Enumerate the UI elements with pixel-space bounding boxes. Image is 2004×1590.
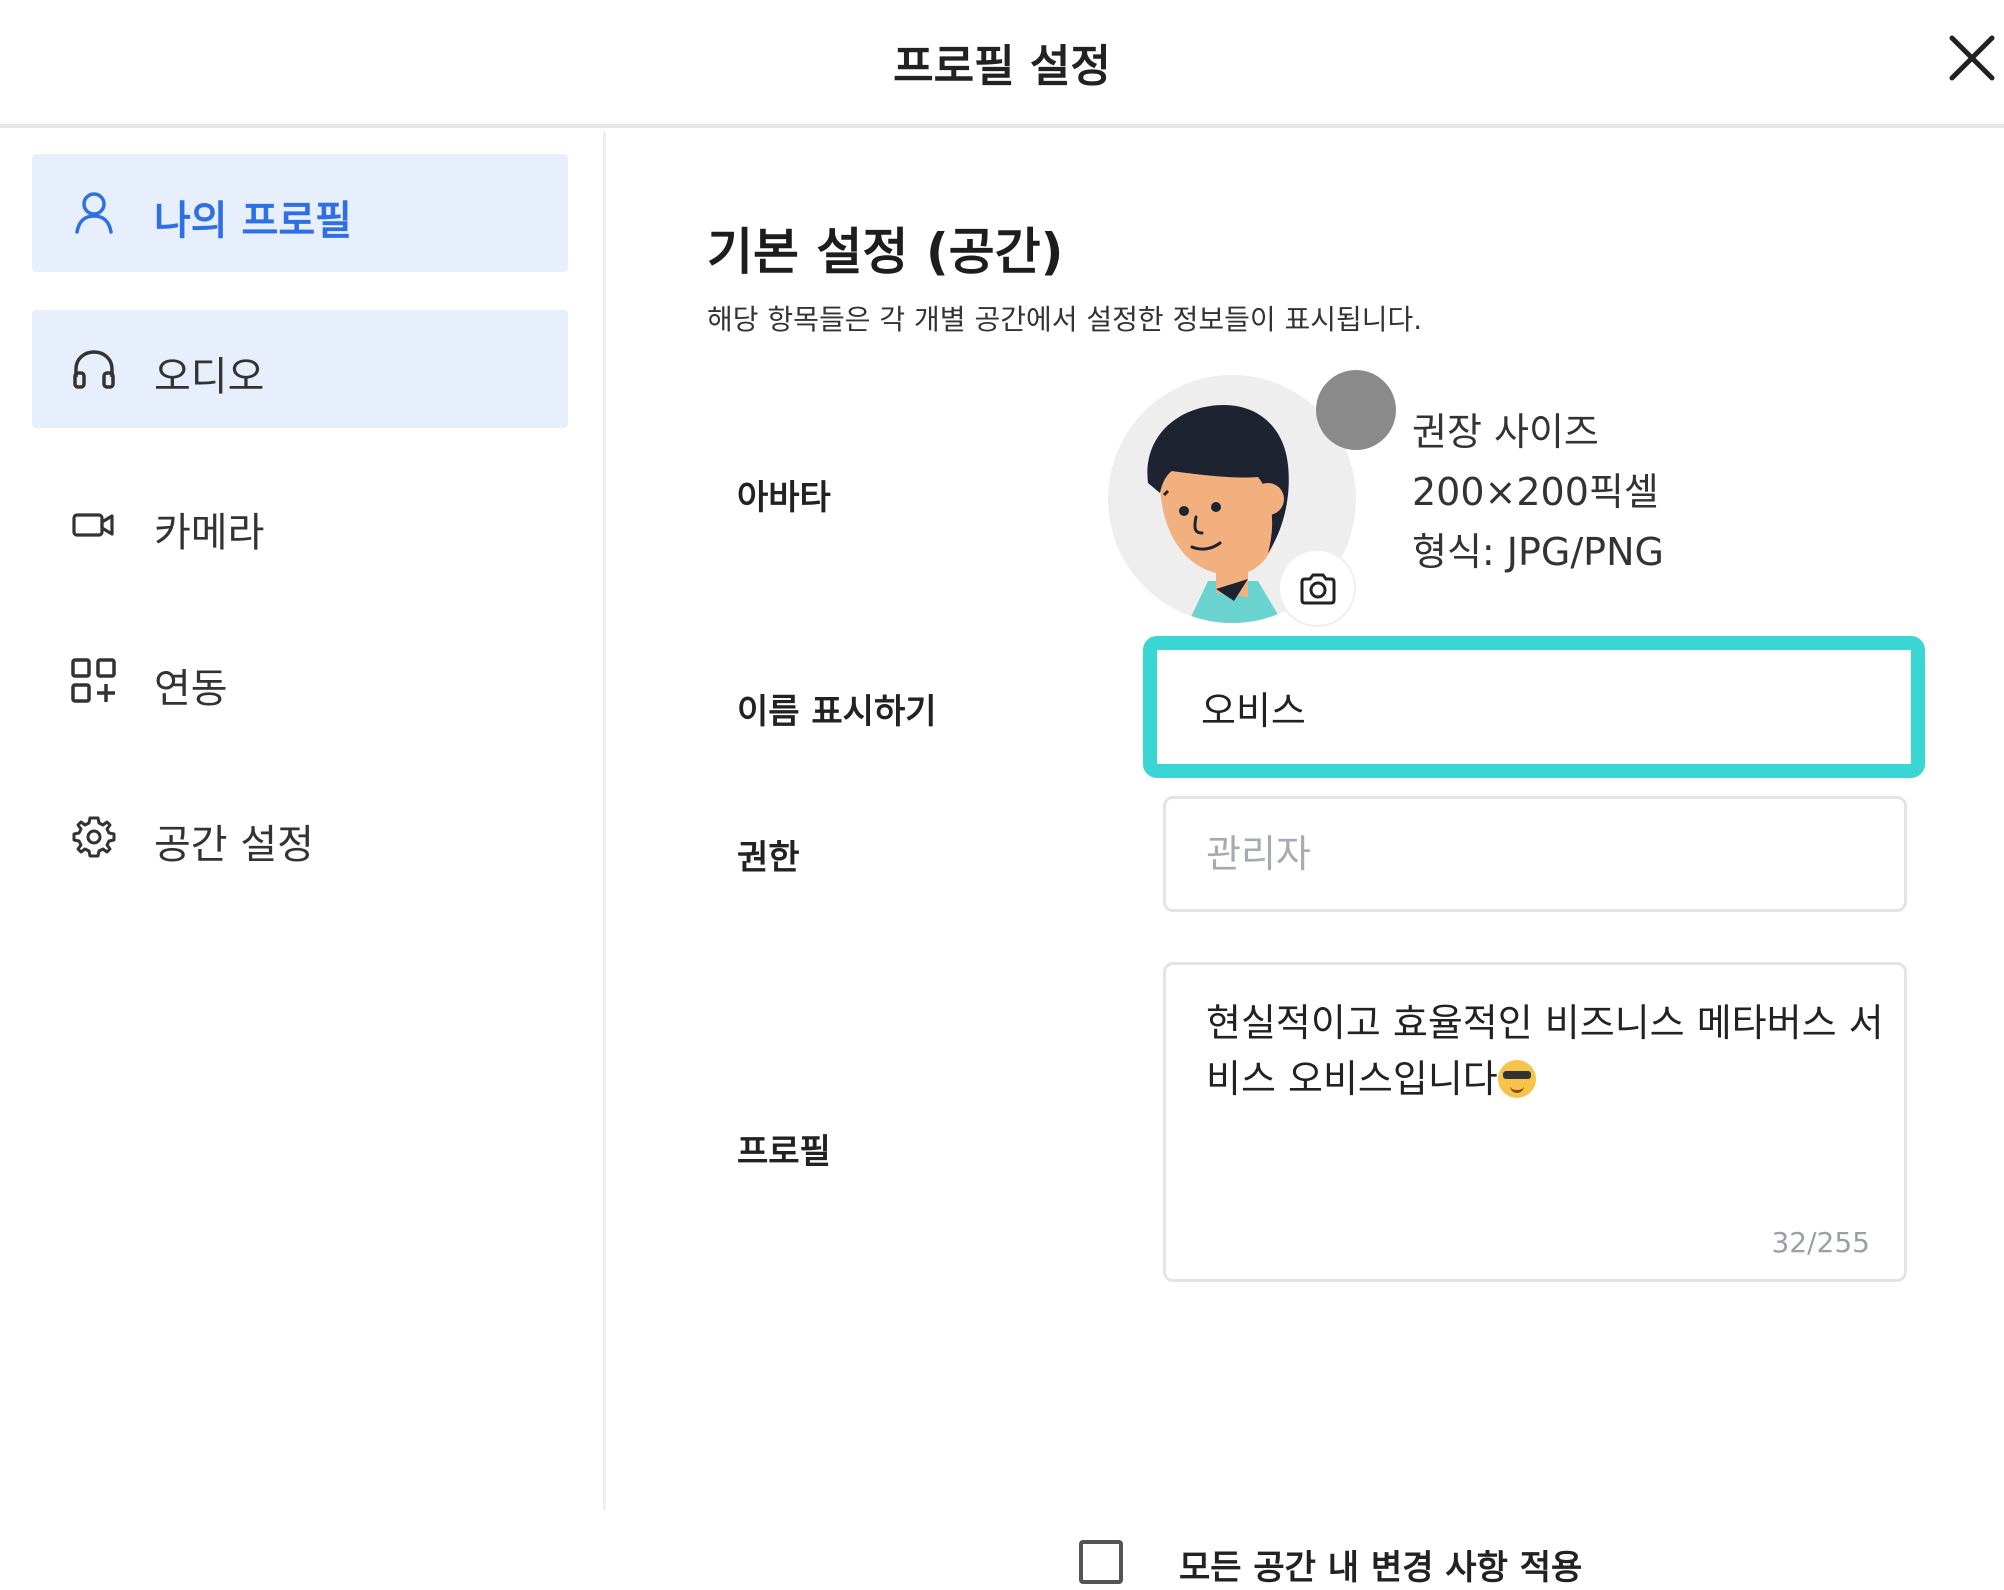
section-title: 기본 설정 (공간) — [707, 223, 1064, 281]
role-label: 권한 — [737, 838, 800, 878]
modal-header: 프로필 설정 — [0, 0, 2004, 128]
profile-text-content: 현실적이고 효율적인 비즈니스 메타버스 서비스 오비스입니다 — [1206, 1001, 1884, 1101]
main-content: 기본 설정 (공간) 해당 항목들은 각 개별 공간에서 설정한 정보들이 표시… — [609, 132, 2004, 1588]
gear-icon — [70, 813, 118, 861]
avatar-label: 아바타 — [737, 478, 831, 518]
sidebar-item-label: 공간 설정 — [154, 822, 314, 868]
sidebar-item-space-settings[interactable]: 공간 설정 — [32, 778, 568, 896]
sidebar-item-audio[interactable]: 오디오 — [32, 310, 568, 428]
recommended-size-title: 권장 사이즈 — [1412, 410, 1599, 454]
user-icon — [70, 189, 118, 237]
sidebar-item-my-profile[interactable]: 나의 프로필 — [32, 154, 568, 272]
display-name-input[interactable] — [1157, 650, 1911, 764]
sunglasses-emoji-icon — [1497, 1060, 1536, 1098]
apps-add-icon — [70, 657, 118, 705]
avatar-status-dot — [1316, 370, 1396, 450]
sidebar-item-label: 연동 — [154, 666, 228, 712]
camera-icon — [70, 501, 118, 549]
display-name-label: 이름 표시하기 — [737, 692, 937, 732]
recommended-size-value: 200×200픽셀 — [1412, 470, 1659, 514]
close-icon[interactable] — [1944, 30, 2000, 86]
profile-text: 현실적이고 효율적인 비즈니스 메타버스 서비스 오비스입니다 — [1206, 995, 1886, 1107]
avatar-size-info: 권장 사이즈 200×200픽셀 형식: JPG/PNG — [1412, 402, 1664, 582]
sidebar-item-label: 카메라 — [154, 510, 265, 556]
sidebar-item-camera[interactable]: 카메라 — [32, 466, 568, 584]
avatar-format: 형식: JPG/PNG — [1412, 530, 1664, 574]
sidebar: 나의 프로필 오디오 카메라 연동 공간 설정 — [0, 132, 606, 1510]
role-field: 관리자 — [1163, 796, 1907, 912]
section-description: 해당 항목들은 각 개별 공간에서 설정한 정보들이 표시됩니다. — [707, 303, 1423, 336]
profile-label: 프로필 — [737, 1132, 831, 1172]
change-avatar-button[interactable] — [1278, 549, 1356, 627]
sidebar-item-label: 나의 프로필 — [154, 198, 352, 244]
display-name-field-focused — [1143, 636, 1925, 778]
apply-all-checkbox[interactable] — [1079, 1540, 1123, 1584]
sidebar-item-label: 오디오 — [154, 354, 265, 400]
sidebar-item-integration[interactable]: 연동 — [32, 622, 568, 740]
apply-all-label[interactable]: 모든 공간 내 변경 사항 적용 — [1179, 1540, 1582, 1589]
modal-title: 프로필 설정 — [893, 41, 1111, 92]
profile-textarea[interactable]: 현실적이고 효율적인 비즈니스 메타버스 서비스 오비스입니다 32/255 — [1163, 962, 1907, 1282]
headphones-icon — [70, 345, 118, 393]
character-counter: 32/255 — [1771, 1226, 1870, 1259]
